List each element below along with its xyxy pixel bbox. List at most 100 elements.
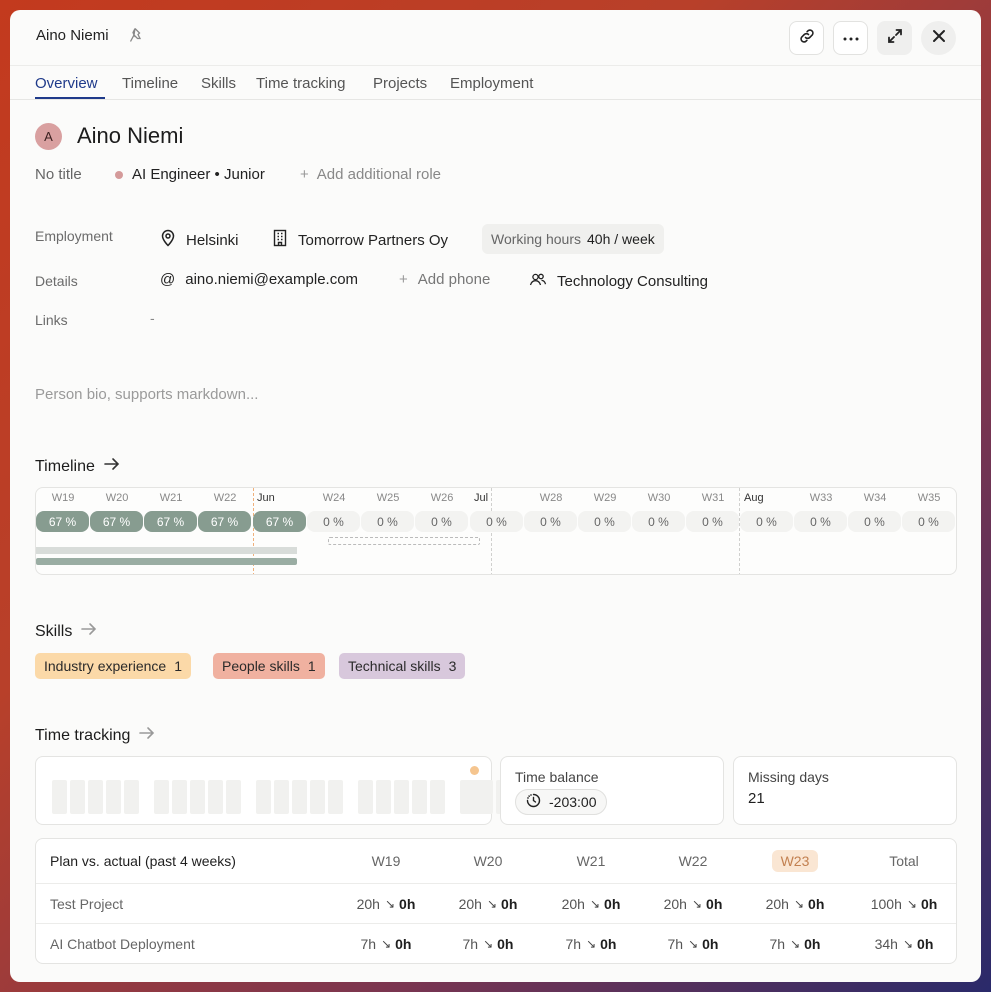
allocation-cell[interactable]: 0 % bbox=[632, 511, 685, 532]
allocation-cell[interactable]: 67 % bbox=[253, 511, 306, 532]
column-header: W21 bbox=[576, 853, 606, 869]
allocation-cell[interactable]: 0 % bbox=[848, 511, 901, 532]
users-icon bbox=[529, 271, 557, 291]
location-label: Helsinki bbox=[186, 231, 239, 249]
time-balance-card[interactable]: Time balance -203:00 bbox=[500, 756, 724, 825]
timeline-chart[interactable]: W19 67 % W20 67 % W21 67 % W22 67 % Jun 67 % W24 0 … bbox=[35, 487, 957, 575]
allocation-cell[interactable]: 0 % bbox=[578, 511, 631, 532]
day-block[interactable] bbox=[376, 780, 391, 814]
role-label[interactable]: AI Engineer • Junior bbox=[132, 166, 265, 183]
allocation-cell[interactable]: 0 % bbox=[902, 511, 955, 532]
day-block[interactable] bbox=[124, 780, 139, 814]
links-value[interactable]: - bbox=[150, 310, 155, 326]
tab-employment[interactable]: Employment bbox=[450, 75, 533, 92]
allocation-cell[interactable]: 0 % bbox=[740, 511, 793, 532]
day-block[interactable] bbox=[106, 780, 121, 814]
day-block[interactable] bbox=[412, 780, 427, 814]
tab-projects[interactable]: Projects bbox=[373, 75, 427, 92]
company[interactable]: Tomorrow Partners Oy bbox=[272, 229, 448, 251]
add-phone-button[interactable]: + Add phone bbox=[399, 271, 490, 288]
allocation-cell[interactable]: 0 % bbox=[415, 511, 468, 532]
working-hours-label: Working hours bbox=[491, 231, 582, 247]
tentative-allocation-box[interactable] bbox=[328, 537, 480, 545]
close-button[interactable] bbox=[921, 21, 956, 55]
time-balance-label: Time balance bbox=[515, 769, 599, 785]
column-header: Total bbox=[889, 853, 919, 869]
tab-time-tracking[interactable]: Time tracking bbox=[256, 75, 345, 92]
email[interactable]: @ aino.niemi@example.com bbox=[160, 271, 358, 288]
close-icon bbox=[931, 28, 947, 49]
day-block[interactable] bbox=[154, 780, 169, 814]
week-label: W20 bbox=[105, 492, 129, 504]
person-name[interactable]: Aino Niemi bbox=[77, 123, 183, 149]
allocation-cell[interactable]: 0 % bbox=[361, 511, 414, 532]
day-block[interactable] bbox=[467, 780, 482, 814]
time-tracking-heading[interactable]: Time tracking bbox=[35, 726, 156, 745]
day-block[interactable] bbox=[226, 780, 241, 814]
day-block[interactable] bbox=[274, 780, 289, 814]
time-balance-badge: -203:00 bbox=[515, 789, 608, 815]
project-name[interactable]: Test Project bbox=[50, 884, 123, 924]
table-row[interactable]: Test Project 20h ↘ 0h 20h ↘ 0h 20h ↘ 0h 20h ↘ 0h 20h ↘… bbox=[36, 883, 956, 923]
day-block[interactable] bbox=[430, 780, 445, 814]
allocation-cell[interactable]: 0 % bbox=[794, 511, 847, 532]
week-label: W25 bbox=[376, 492, 400, 504]
tab-overview[interactable]: Overview bbox=[35, 75, 98, 92]
link-icon bbox=[797, 26, 817, 51]
day-block[interactable] bbox=[190, 780, 205, 814]
day-block[interactable] bbox=[208, 780, 223, 814]
allocation-bar-project[interactable] bbox=[36, 558, 297, 565]
day-block[interactable] bbox=[292, 780, 307, 814]
person-modal: Aino Niemi Overview Timeline Skills Time… bbox=[10, 10, 981, 982]
day-block[interactable] bbox=[52, 780, 67, 814]
tab-skills[interactable]: Skills bbox=[201, 75, 236, 92]
week-label: W29 bbox=[593, 492, 617, 504]
bio-input[interactable]: Person bio, supports markdown... bbox=[35, 386, 258, 403]
more-options-button[interactable] bbox=[833, 21, 868, 55]
day-block[interactable] bbox=[310, 780, 325, 814]
allocation-cell[interactable]: 0 % bbox=[524, 511, 577, 532]
tab-timeline[interactable]: Timeline bbox=[122, 75, 178, 92]
skill-chip-industry[interactable]: Industry experience 1 bbox=[35, 653, 191, 679]
day-block[interactable] bbox=[328, 780, 343, 814]
missing-days-card[interactable]: Missing days 21 bbox=[733, 756, 957, 825]
day-block[interactable] bbox=[358, 780, 373, 814]
day-block[interactable] bbox=[172, 780, 187, 814]
day-block[interactable] bbox=[70, 780, 85, 814]
allocation-cell[interactable]: 67 % bbox=[90, 511, 143, 532]
plus-icon: + bbox=[300, 166, 309, 183]
copy-link-button[interactable] bbox=[789, 21, 824, 55]
person-title[interactable]: No title bbox=[35, 166, 82, 183]
month-label: Jul bbox=[474, 492, 489, 504]
pin-icon[interactable] bbox=[128, 26, 146, 44]
daily-hours-card[interactable] bbox=[35, 756, 529, 825]
expand-button[interactable] bbox=[877, 21, 912, 55]
project-name[interactable]: AI Chatbot Deployment bbox=[50, 924, 195, 963]
allocation-cell[interactable]: 67 % bbox=[198, 511, 251, 532]
location[interactable]: Helsinki bbox=[160, 229, 239, 251]
team[interactable]: Technology Consulting bbox=[529, 271, 708, 291]
skill-chip-technical[interactable]: Technical skills 3 bbox=[339, 653, 466, 679]
arrow-down-right-icon: ↘ bbox=[381, 937, 392, 951]
add-role-button[interactable]: + Add additional role bbox=[300, 166, 441, 183]
allocation-cell[interactable]: 0 % bbox=[470, 511, 523, 532]
week-label: W35 bbox=[917, 492, 941, 504]
skill-chip-people[interactable]: People skills 1 bbox=[213, 653, 325, 679]
day-block[interactable] bbox=[88, 780, 103, 814]
allocation-cell[interactable]: 67 % bbox=[144, 511, 197, 532]
day-block[interactable] bbox=[394, 780, 409, 814]
working-hours-pill[interactable]: Working hours 40h / week bbox=[482, 224, 664, 254]
plan-actual-cell: 20h ↘ 0h bbox=[458, 896, 518, 912]
day-block[interactable] bbox=[256, 780, 271, 814]
allocation-cell[interactable]: 67 % bbox=[36, 511, 89, 532]
at-icon: @ bbox=[160, 271, 176, 288]
arrow-down-right-icon: ↘ bbox=[691, 897, 703, 911]
allocation-cell[interactable]: 0 % bbox=[686, 511, 739, 532]
allocation-cell[interactable]: 0 % bbox=[307, 511, 360, 532]
allocation-bar-planned[interactable] bbox=[36, 547, 297, 554]
skills-heading[interactable]: Skills bbox=[35, 622, 98, 641]
table-row[interactable]: AI Chatbot Deployment 7h ↘ 0h 7h ↘ 0h 7h ↘ 0h 7h ↘ 0… bbox=[36, 923, 956, 963]
timeline-heading[interactable]: Timeline bbox=[35, 457, 121, 476]
email-label: aino.niemi@example.com bbox=[185, 271, 359, 288]
plan-actual-cell: 20h ↘ 0h bbox=[663, 896, 723, 912]
